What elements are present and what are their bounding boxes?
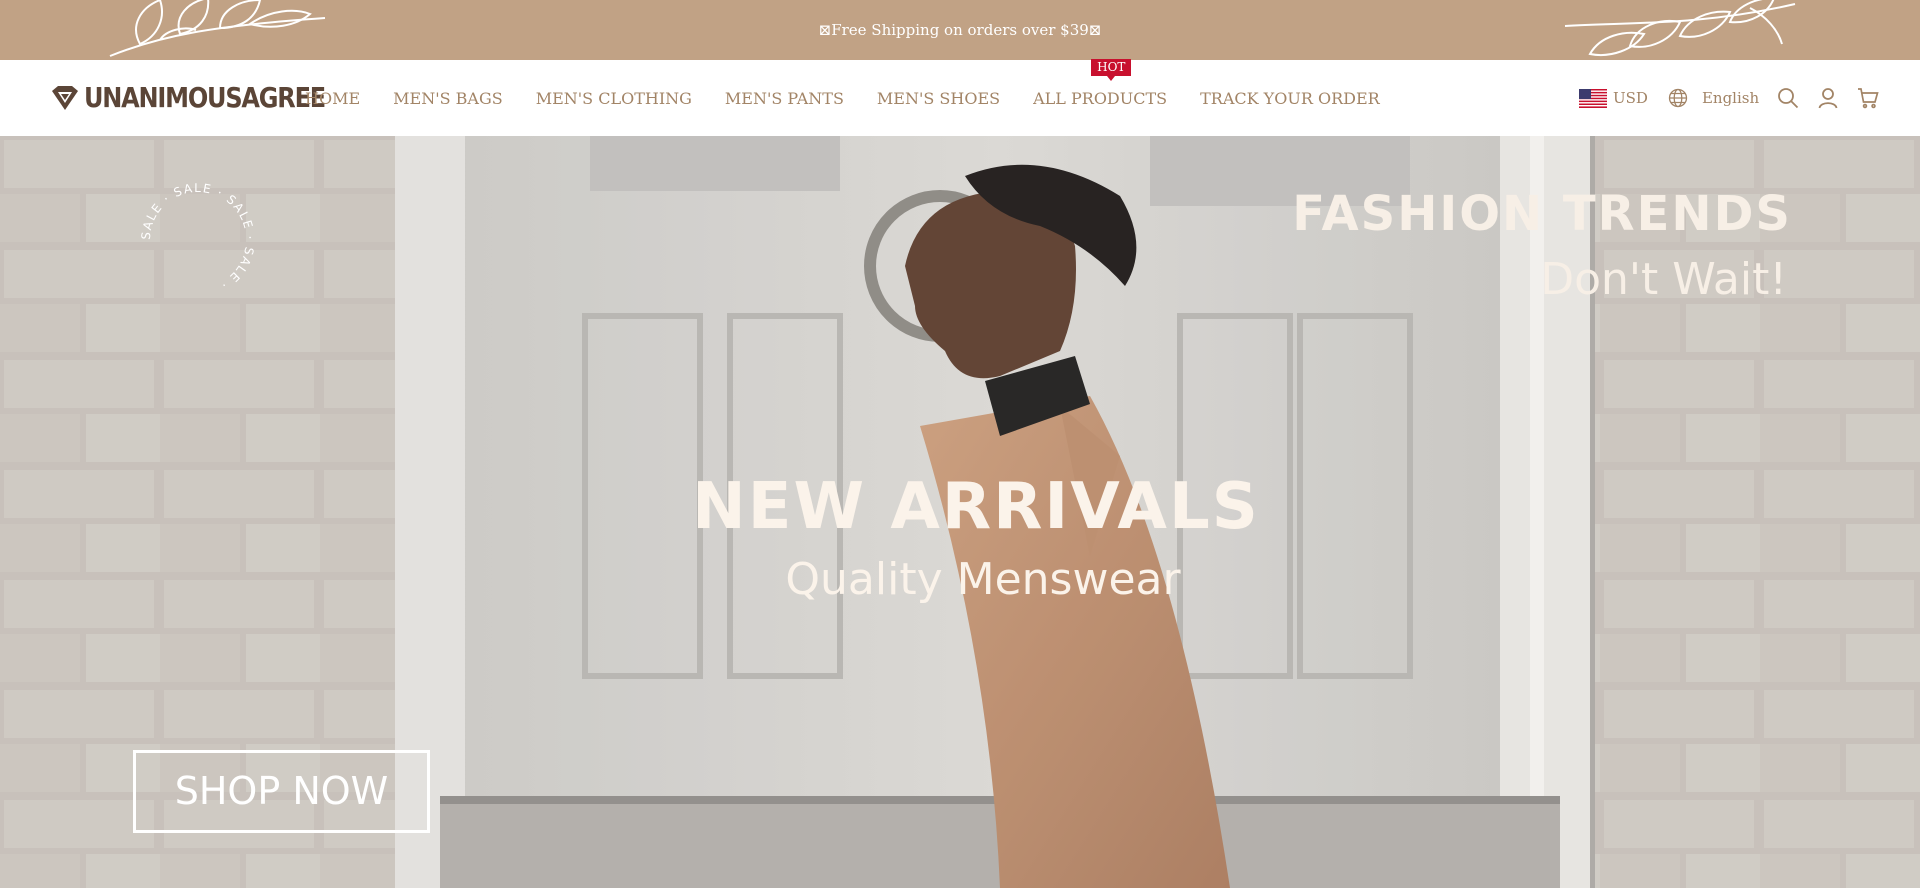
hero-subline-center: Quality Menswear <box>785 554 1181 605</box>
sale-circle-badge: SALE · SALE · SALE · SALE · <box>139 181 257 293</box>
hero-banner: SALE · SALE · SALE · SALE · FASHION TREN… <box>0 136 1920 888</box>
brand-logo[interactable]: UNANIMOUSAGREE <box>50 81 326 115</box>
nav-item-mens-pants[interactable]: MEN'S PANTS <box>725 89 844 108</box>
nav-item-mens-clothing[interactable]: MEN'S CLOTHING <box>536 89 692 108</box>
cart-icon[interactable] <box>1857 87 1879 109</box>
leaf-decoration-icon <box>1564 0 1796 56</box>
search-icon[interactable] <box>1777 87 1799 109</box>
site-header: UNANIMOUSAGREE HOME MEN'S BAGS MEN'S CLO… <box>0 58 1920 136</box>
nav-item-all-products[interactable]: ALL PRODUCTS HOT <box>1033 58 1168 108</box>
svg-text:SALE · SALE · SALE · SALE ·: SALE · SALE · SALE · SALE · <box>139 181 257 293</box>
account-icon[interactable] <box>1817 87 1839 109</box>
brand-name: UNANIMOUSAGREE <box>84 81 326 115</box>
hero-headline-right: FASHION TRENDS <box>1292 186 1792 242</box>
header-utilities: USD English <box>1579 60 1879 136</box>
language-label: English <box>1701 89 1760 107</box>
nav-item-label: ALL PRODUCTS <box>1033 88 1168 108</box>
nav-item-track-order[interactable]: TRACK YOUR ORDER <box>1200 89 1380 108</box>
globe-icon <box>1668 88 1688 108</box>
announcement-bar: ⊠Free Shipping on orders over $39⊠ <box>0 0 1920 60</box>
currency-label: USD <box>1613 89 1648 107</box>
hero-subline-right: Don't Wait! <box>1540 254 1787 305</box>
nav-item-mens-shoes[interactable]: MEN'S SHOES <box>877 89 1000 108</box>
hot-badge: HOT <box>1091 58 1132 81</box>
language-selector[interactable]: English <box>1668 88 1759 108</box>
us-flag-icon <box>1579 88 1607 108</box>
sale-badge-text: SALE · SALE · SALE · SALE · <box>139 181 256 293</box>
nav-item-home[interactable]: HOME <box>305 89 360 108</box>
hero-headline-center: NEW ARRIVALS <box>692 470 1260 544</box>
diamond-logo-icon <box>52 86 78 110</box>
currency-selector[interactable]: USD <box>1579 88 1648 108</box>
main-nav: HOME MEN'S BAGS MEN'S CLOTHING MEN'S PAN… <box>305 58 1413 136</box>
shop-now-button[interactable]: SHOP NOW <box>133 750 430 833</box>
nav-item-mens-bags[interactable]: MEN'S BAGS <box>393 89 503 108</box>
